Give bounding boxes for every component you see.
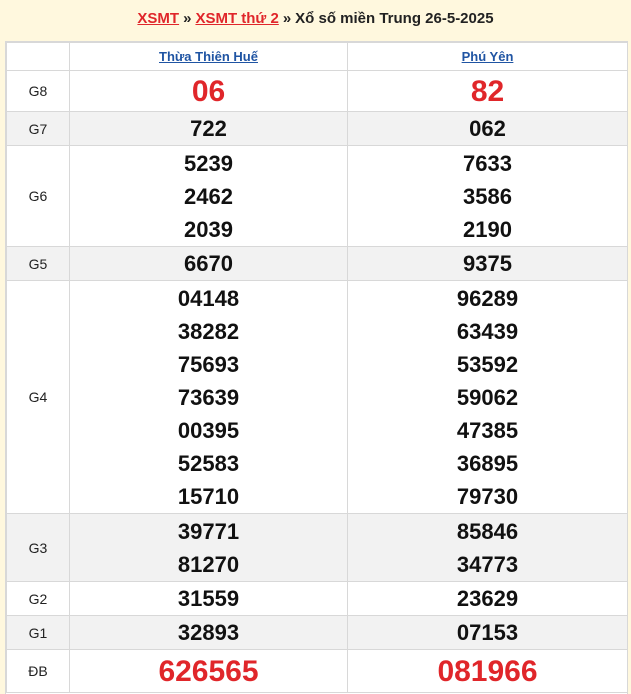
table-row: G2 31559 23629: [6, 581, 628, 616]
prize-number: 626565: [158, 654, 259, 688]
prize-number: 59062: [456, 384, 519, 410]
prize-cell: 39771 81270: [69, 513, 348, 582]
province-link-thua-thien-hue[interactable]: Thừa Thiên Huế: [159, 49, 258, 64]
prize-cell: 722: [69, 111, 348, 146]
prize-cell: 23629: [347, 581, 628, 616]
prize-number: 07153: [456, 620, 519, 645]
prize-number: 722: [190, 116, 227, 141]
prize-label: G7: [6, 111, 70, 146]
table-row: G3 39771 81270 85846 34773: [6, 513, 628, 582]
prize-number: 2462: [184, 183, 233, 209]
prize-number: 47385: [456, 417, 519, 443]
prize-number: 79730: [456, 483, 519, 509]
prize-cell: 5239 2462 2039: [69, 145, 348, 247]
prize-label: G3: [6, 513, 70, 582]
prize-cell: 6670: [69, 246, 348, 281]
prize-number: 9375: [463, 251, 512, 276]
prize-cell: 626565: [69, 649, 348, 693]
prize-cell: 96289 63439 53592 59062 47385 36895 79730: [347, 280, 628, 514]
prize-number: 63439: [456, 318, 519, 344]
prize-number: 75693: [177, 351, 240, 377]
prize-number: 52583: [177, 450, 240, 476]
prize-label: G5: [6, 246, 70, 281]
breadcrumb: XSMT » XSMT thứ 2 » Xổ số miền Trung 26-…: [0, 0, 631, 36]
prize-label: G6: [6, 145, 70, 247]
results-table: Thừa Thiên Huế Phú Yên G8 06 82 G7 722 062 G6 5…: [6, 42, 628, 693]
prize-number: 15710: [177, 483, 240, 509]
prize-cell: 82: [347, 70, 628, 112]
prize-number: 5239: [184, 150, 233, 176]
prize-number: 00395: [177, 417, 240, 443]
prize-number: 06: [191, 74, 226, 108]
prize-number: 04148: [177, 285, 240, 311]
table-row: G5 6670 9375: [6, 246, 628, 281]
breadcrumb-link-xsmt-thu-2[interactable]: XSMT thứ 2: [195, 10, 278, 27]
prize-number: 3586: [463, 183, 512, 209]
prize-cell: 062: [347, 111, 628, 146]
prize-number: 2039: [184, 216, 233, 242]
table-row: G7 722 062: [6, 111, 628, 146]
prize-label: ĐB: [6, 649, 70, 693]
prize-cell: 31559: [69, 581, 348, 616]
prize-number: 7633: [463, 150, 512, 176]
prize-number: 23629: [456, 586, 519, 611]
breadcrumb-link-xsmt[interactable]: XSMT: [137, 10, 179, 27]
prize-number: 32893: [177, 620, 240, 645]
prize-cell: 85846 34773: [347, 513, 628, 582]
table-row: G8 06 82: [6, 70, 628, 112]
prize-number: 38282: [177, 318, 240, 344]
province-link-phu-yen[interactable]: Phú Yên: [462, 49, 514, 64]
prize-cell: 32893: [69, 615, 348, 650]
prize-cell: 07153: [347, 615, 628, 650]
prize-cell: 06: [69, 70, 348, 112]
prize-cell: 7633 3586 2190: [347, 145, 628, 247]
prize-number: 96289: [456, 285, 519, 311]
prize-label: G8: [6, 70, 70, 112]
breadcrumb-separator: »: [282, 9, 292, 27]
prize-cell: 04148 38282 75693 73639 00395 52583 15710: [69, 280, 348, 514]
breadcrumb-separator: »: [183, 9, 192, 27]
table-row: G1 32893 07153: [6, 615, 628, 650]
prize-number: 6670: [184, 251, 233, 276]
prize-number: 2190: [463, 216, 512, 242]
prize-number: 081966: [437, 654, 538, 688]
page-title: Xổ số miền Trung 26-5-2025: [295, 9, 494, 27]
prize-number: 53592: [456, 351, 519, 377]
table-header-row: Thừa Thiên Huế Phú Yên: [6, 42, 628, 71]
province-header: Phú Yên: [347, 42, 628, 71]
prize-number: 82: [470, 74, 505, 108]
prize-number: 39771: [177, 518, 240, 544]
table-row: G4 04148 38282 75693 73639 00395 52583 15710 962…: [6, 280, 628, 514]
prize-number: 81270: [177, 551, 240, 577]
header-empty-cell: [6, 42, 70, 71]
prize-label: G4: [6, 280, 70, 514]
prize-number: 34773: [456, 551, 519, 577]
prize-label: G2: [6, 581, 70, 616]
prize-number: 85846: [456, 518, 519, 544]
table-row: ĐB 626565 081966: [6, 649, 628, 693]
results-container: Thừa Thiên Huế Phú Yên G8 06 82 G7 722 062 G6 5…: [5, 41, 628, 694]
province-header: Thừa Thiên Huế: [69, 42, 348, 71]
prize-number: 36895: [456, 450, 519, 476]
prize-cell: 081966: [347, 649, 628, 693]
prize-number: 062: [469, 116, 506, 141]
table-row: G6 5239 2462 2039 7633 3586 2190: [6, 145, 628, 247]
prize-number: 73639: [177, 384, 240, 410]
prize-cell: 9375: [347, 246, 628, 281]
prize-number: 31559: [177, 586, 240, 611]
prize-label: G1: [6, 615, 70, 650]
